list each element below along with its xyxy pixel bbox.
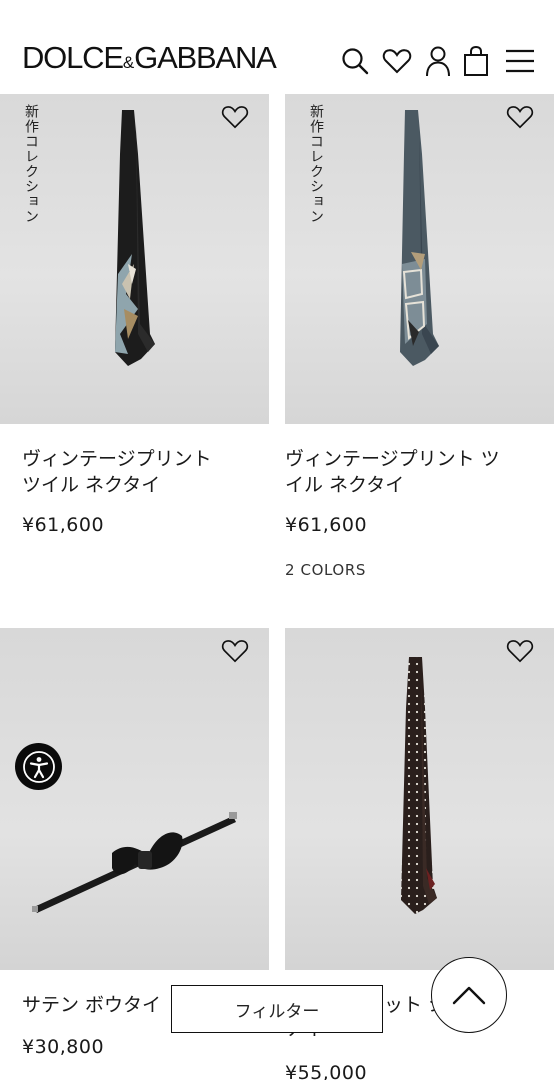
product-price: ¥55,000 — [285, 1062, 368, 1080]
product-image[interactable] — [285, 628, 554, 970]
product-name[interactable]: ヴィンテージプリント ツイル ネクタイ — [22, 446, 262, 498]
heart-icon[interactable] — [506, 104, 534, 130]
product-card[interactable]: 新作コレクション ヴィンテージプリント ツイル ネクタイ ¥61,600 — [0, 94, 269, 628]
product-card[interactable]: 新作コレクション ヴィンテージプリント ツ イル ネクタイ ¥61,600 2 … — [285, 94, 554, 628]
tie-illustration — [115, 110, 155, 366]
accessibility-button[interactable] — [15, 743, 62, 790]
tie-illustration — [401, 657, 437, 914]
menu-icon[interactable] — [503, 44, 537, 78]
bowtie-illustration — [32, 812, 237, 913]
chevron-up-icon — [452, 986, 486, 1005]
product-image[interactable]: 新作コレクション — [285, 94, 554, 424]
bag-icon[interactable] — [459, 44, 493, 78]
heart-icon[interactable] — [506, 638, 534, 664]
product-price: ¥61,600 — [285, 514, 368, 536]
product-name-line: ヴィンテージプリント ツ — [285, 448, 500, 470]
product-price: ¥61,600 — [22, 514, 105, 536]
brand-name-right: GABBANA — [134, 40, 277, 75]
site-header: DOLCE&GABBANA — [0, 0, 554, 94]
product-name-line: イル ネクタイ — [285, 474, 405, 496]
product-name-line: ツイル ネクタイ — [22, 474, 161, 496]
search-icon[interactable] — [338, 44, 372, 78]
product-image[interactable] — [0, 628, 269, 970]
heart-icon[interactable] — [221, 638, 249, 664]
product-name[interactable]: ヴィンテージプリント ツ イル ネクタイ — [285, 446, 525, 498]
heart-icon[interactable] — [221, 104, 249, 130]
new-collection-badge: 新作コレクション — [308, 104, 324, 224]
product-price: ¥30,800 — [22, 1036, 105, 1058]
new-collection-badge: 新作コレクション — [23, 104, 39, 224]
user-icon[interactable] — [421, 44, 455, 78]
brand-name-left: DOLCE — [22, 40, 124, 75]
brand-ampersand: & — [122, 53, 135, 72]
product-image[interactable]: 新作コレクション — [0, 94, 269, 424]
product-name-line: ヴィンテージプリント — [22, 448, 212, 470]
heart-icon[interactable] — [380, 44, 414, 78]
filter-button[interactable]: フィルター — [171, 985, 383, 1033]
filter-label: フィルター — [234, 1001, 320, 1022]
back-to-top-button[interactable] — [431, 957, 507, 1033]
accessibility-icon — [22, 750, 55, 783]
tie-illustration — [400, 110, 439, 366]
brand-logo[interactable]: DOLCE&GABBANA — [22, 40, 277, 75]
color-count[interactable]: 2 COLORS — [285, 561, 366, 579]
